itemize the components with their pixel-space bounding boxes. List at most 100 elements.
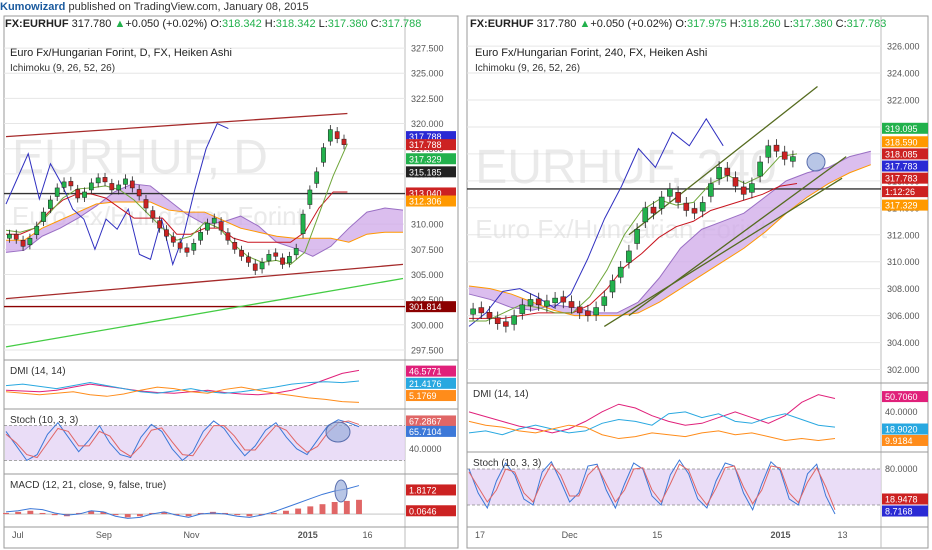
candle-body bbox=[552, 297, 558, 304]
x-tick-label: Nov bbox=[183, 530, 200, 540]
indicator-value-label: 18.9478 bbox=[882, 493, 928, 505]
candle-body bbox=[511, 315, 517, 325]
price-label: 318.590 bbox=[882, 136, 928, 148]
candle bbox=[246, 252, 251, 267]
highlight-circle bbox=[334, 479, 348, 503]
y-tick-label: 326.000 bbox=[887, 42, 920, 52]
ohlc-L: 317.380 bbox=[793, 18, 833, 30]
candle-body bbox=[544, 300, 550, 307]
ohlc-readout: FX:EURHUF 317.780 ▲+0.050 (+0.02%) O:317… bbox=[470, 18, 886, 30]
candle-body bbox=[486, 311, 493, 319]
candle-body bbox=[123, 178, 128, 185]
candle-body bbox=[20, 240, 26, 247]
candle-body bbox=[205, 222, 210, 231]
candle-body bbox=[95, 177, 101, 184]
candle-body bbox=[164, 229, 169, 237]
highlight-circle bbox=[325, 421, 351, 443]
ohlc-O: 318.342 bbox=[222, 18, 262, 30]
candle bbox=[593, 301, 599, 322]
candle-body bbox=[129, 180, 135, 189]
indicator-value-label: 21.4176 bbox=[406, 377, 456, 389]
candle-body bbox=[136, 189, 142, 197]
indicator-value-label: 8.7168 bbox=[882, 505, 928, 517]
y-tick-label: 80.0000 bbox=[885, 464, 918, 474]
candle-body bbox=[75, 189, 81, 199]
candle-body bbox=[327, 129, 333, 142]
stoch-pane-left: 40.0000 Stoch (10, 3, 3) 67.286765.7104 bbox=[4, 415, 456, 462]
candle bbox=[266, 249, 272, 266]
candle-body bbox=[82, 191, 87, 198]
y-tick-label: 300.000 bbox=[411, 320, 444, 330]
candle-body bbox=[650, 206, 657, 214]
value-label-text: 21.4176 bbox=[409, 379, 442, 389]
ohlc-separator: ▲ bbox=[576, 18, 590, 30]
candle-body bbox=[246, 256, 251, 263]
candle bbox=[232, 237, 238, 254]
ohlc-O: 317.975 bbox=[687, 18, 727, 30]
chart-stage[interactable]: FX:EURHUF 317.780 ▲+0.050 (+0.02%) O:318… bbox=[0, 0, 932, 550]
x-tick-label: Sep bbox=[96, 530, 112, 540]
candle-body bbox=[170, 236, 176, 243]
y-tick-label: 308.000 bbox=[887, 284, 920, 294]
indicator-title: Ichimoku (9, 26, 52, 26) bbox=[475, 63, 580, 74]
panel-border bbox=[3, 15, 459, 549]
price-label: 312.306 bbox=[406, 195, 456, 207]
indicator-value-label: 46.5771 bbox=[406, 365, 456, 377]
dmi-pane-right: 40.0000 DMI (14, 14) 50.7060 18.90209.9184 bbox=[468, 389, 928, 446]
macd-histogram-bar bbox=[136, 514, 143, 517]
candle-body bbox=[232, 242, 238, 250]
x-tick-label: 2015 bbox=[771, 530, 791, 540]
candle bbox=[252, 259, 258, 275]
candle bbox=[576, 300, 583, 319]
candle-body bbox=[478, 307, 485, 314]
candle bbox=[617, 261, 624, 284]
candle bbox=[478, 301, 485, 319]
trend-channel-line bbox=[5, 263, 404, 300]
price-label-text: 301.814 bbox=[409, 302, 442, 312]
y-tick-label: 322.500 bbox=[411, 94, 444, 104]
indicator-title: DMI (14, 14) bbox=[10, 366, 66, 377]
candle-body bbox=[732, 177, 739, 187]
x-tick-label: Dec bbox=[562, 530, 579, 540]
value-label-text: 8.7168 bbox=[885, 507, 913, 517]
ohlc-change: +0.050 (+0.02%) bbox=[590, 18, 672, 30]
y-tick-label: 312.000 bbox=[887, 230, 920, 240]
ohlc-separator: C: bbox=[833, 18, 847, 30]
indicator-title: Stoch (10, 3, 3) bbox=[10, 415, 78, 426]
candle-body bbox=[41, 211, 46, 222]
macd-histogram-bar bbox=[234, 514, 241, 516]
candle-body bbox=[27, 237, 33, 246]
candle-body bbox=[642, 207, 649, 223]
macd-histogram-bar bbox=[343, 500, 350, 515]
candle-body bbox=[198, 231, 203, 241]
macd-histogram-bar bbox=[124, 514, 131, 518]
candle bbox=[609, 274, 616, 299]
x-tick-label: 13 bbox=[837, 530, 847, 540]
candle-body bbox=[494, 317, 501, 324]
y-tick-label: 325.000 bbox=[411, 69, 444, 79]
ohlc-readout: FX:EURHUF 317.780 ▲+0.050 (+0.02%) O:318… bbox=[5, 18, 421, 30]
y-tick-label: 327.500 bbox=[411, 44, 444, 54]
candle-body bbox=[68, 181, 74, 187]
main-pane-right: 326.000324.000322.000320.000318.000316.0… bbox=[467, 42, 928, 375]
price-label-text: 317.783 bbox=[885, 162, 918, 172]
y-tick-label: 322.000 bbox=[887, 95, 920, 105]
value-label-text: 18.9020 bbox=[885, 425, 918, 435]
ohlc-separator: O: bbox=[207, 18, 222, 30]
price-label-text: 317.788 bbox=[409, 140, 442, 150]
price-label: 317.329 bbox=[882, 199, 928, 211]
candle-body bbox=[634, 229, 640, 244]
candle-body bbox=[225, 232, 231, 241]
candle-body bbox=[307, 189, 313, 205]
value-label-text: 65.7104 bbox=[409, 427, 442, 437]
price-label: 317.783 bbox=[882, 172, 928, 184]
candle-body bbox=[527, 299, 534, 306]
candle-body bbox=[626, 250, 632, 263]
value-label-text: 67.2867 bbox=[409, 416, 442, 426]
y-tick-label: 306.000 bbox=[887, 311, 920, 321]
candle-body bbox=[109, 183, 115, 191]
ohlc-separator: ▲ bbox=[111, 18, 125, 30]
candle-body bbox=[150, 210, 156, 219]
candle-body bbox=[116, 184, 122, 191]
candle-body bbox=[218, 221, 224, 231]
